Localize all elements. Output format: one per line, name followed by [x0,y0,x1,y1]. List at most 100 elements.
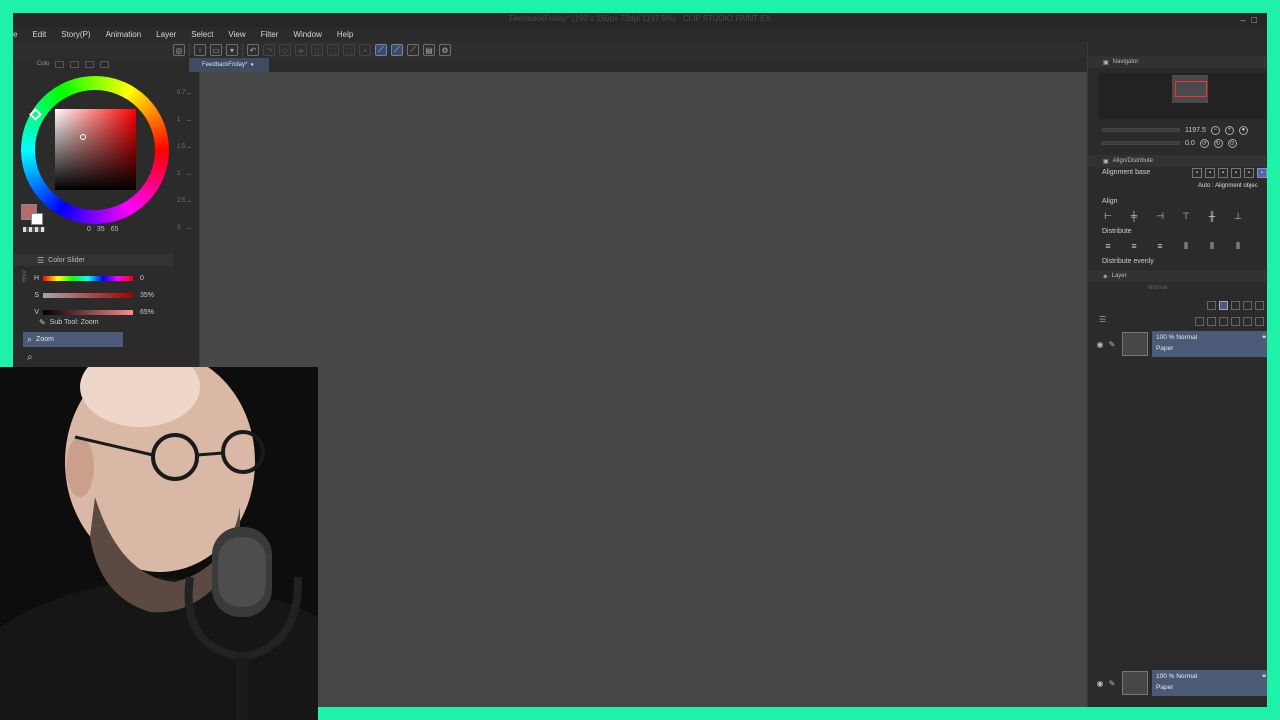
reference-layer-icon[interactable] [1231,300,1240,310]
layer-list-toggle-icon[interactable]: ☰ [1099,315,1106,324]
open-folder-icon[interactable]: ▭ [210,44,222,56]
navigator-canvas-thumbnail[interactable] [1172,75,1208,103]
sub-tool-item-zoom[interactable]: ⌕ Zoom [23,332,123,347]
new-raster-layer-icon[interactable] [1195,316,1204,326]
deselect-icon[interactable]: ⬚ [327,44,339,56]
companion-icon[interactable]: ▤ [423,44,435,56]
save-icon[interactable]: ▾ [226,44,238,56]
edit-pen-icon[interactable]: ✎ [1106,340,1118,349]
align-top-icon[interactable]: ⊤ [1180,210,1192,222]
align-center-icon[interactable]: ╪ [1128,210,1140,222]
document-tab[interactable]: FeedbackFriday* ● [189,58,269,72]
align-middle-icon[interactable]: ╫ [1206,210,1218,222]
maximize-icon[interactable]: □ [1252,15,1263,25]
distribute-top-icon[interactable]: ⫴ [1180,240,1192,252]
slider-value[interactable]: 35% [140,292,154,299]
color-history-tab-icon[interactable] [100,60,110,68]
distribute-left-icon[interactable]: ≡ [1102,240,1114,252]
distribute-center-icon[interactable]: ≡ [1128,240,1140,252]
snap-to-ruler-icon[interactable]: ⟋ [375,44,387,56]
zoom-slider[interactable] [1102,128,1180,132]
layer-row[interactable]: ◉ ✎ 100 % Normal Paper 🔒︎ [1088,669,1267,697]
saturation-slider[interactable] [43,293,133,298]
search-icon[interactable]: ⌕ [27,352,33,363]
menu-item-layer[interactable]: Layer [148,30,183,39]
rotate-right-icon[interactable]: ↻ [1213,138,1223,148]
settings-icon[interactable]: ⚙ [439,44,451,56]
menu-item-help[interactable]: Help [329,30,360,39]
undo-icon[interactable]: ↶ [247,44,259,56]
draft-layer-icon[interactable] [1255,300,1264,310]
align-base-object-icon[interactable]: ▪ [1231,168,1241,178]
invert-selection-icon[interactable]: ⬚ [343,44,355,56]
visibility-icon[interactable]: ◉ [1094,340,1106,349]
merge-down-icon[interactable] [1243,316,1252,326]
zoom-out-icon[interactable]: − [1210,125,1220,135]
lock-icon[interactable]: 🔒︎ [1262,672,1266,680]
slider-value[interactable]: 0 [140,275,144,282]
zoom-value[interactable]: 1197.5 [1185,127,1206,134]
rotation-value[interactable]: 0.0 [1185,140,1195,147]
clear-icon[interactable]: ◇ [279,44,291,56]
clip-studio-icon[interactable]: ◎ [173,44,185,56]
align-base-auto-icon[interactable]: ▪ [1257,168,1267,178]
align-bottom-icon[interactable]: ⊥ [1232,210,1244,222]
align-left-icon[interactable]: ⊢ [1102,210,1114,222]
lock-icon[interactable]: 🔒︎ [1262,333,1266,341]
clip-layer-icon[interactable] [1243,300,1252,310]
new-folder-icon[interactable] [1219,316,1228,326]
close-icon[interactable]: ● [250,62,254,68]
edit-pen-icon[interactable]: ✎ [1106,679,1118,688]
minimize-icon[interactable]: – [1241,15,1252,25]
hue-slider[interactable] [43,276,133,281]
zoom-in-icon[interactable]: + [1224,125,1234,135]
value-slider[interactable] [43,310,133,315]
lock-layer-icon[interactable] [1219,300,1228,310]
distribute-right-icon[interactable]: ≡ [1154,240,1166,252]
transfer-down-icon[interactable] [1231,316,1240,326]
layer-row[interactable]: ◉ ✎ 100 % Normal Paper 🔒︎ [1088,330,1267,358]
intermediate-color-tab-icon[interactable] [70,60,80,68]
new-file-icon[interactable]: ▫ [194,44,206,56]
sub-color-swatch[interactable] [31,213,43,225]
transform-icon[interactable]: ◈ [295,44,307,56]
rotate-slider[interactable] [1102,141,1180,145]
actual-size-icon[interactable]: ● [1238,125,1248,135]
rotate-left-icon[interactable]: ↺ [1199,138,1209,148]
distribute-middle-icon[interactable]: ⫴ [1206,240,1218,252]
align-base-layer-icon[interactable]: ▪ [1218,168,1228,178]
sub-tool-search[interactable]: ⌕ [23,350,183,364]
transparent-color-icon[interactable] [23,227,45,232]
menu-item-story[interactable]: Story(P) [53,30,97,39]
snap-to-grid-icon[interactable]: ⟋ [407,44,419,56]
lock-transparent-icon[interactable] [1207,300,1216,310]
slider-value[interactable]: 65% [140,309,154,316]
saturation-value-square[interactable] [55,109,136,190]
align-base-canvas-icon[interactable]: ▪ [1205,168,1215,178]
color-set-tab-icon[interactable] [55,60,65,68]
menu-item-filter[interactable]: Filter [253,30,286,39]
menu-item-select[interactable]: Select [183,30,220,39]
color-picker-cursor[interactable] [80,134,86,140]
crop-icon[interactable]: ▯ [311,44,323,56]
window-controls[interactable]: –□ [1241,15,1263,25]
menu-item-view[interactable]: View [220,30,252,39]
visibility-icon[interactable]: ◉ [1094,679,1106,688]
snap-to-special-ruler-icon[interactable]: ⟋ [391,44,403,56]
distribute-bottom-icon[interactable]: ⫴ [1232,240,1244,252]
new-vector-layer-icon[interactable] [1207,316,1216,326]
color-wheel-tab[interactable]: Colo [37,61,49,67]
reset-rotation-icon[interactable]: ⊙ [1227,138,1237,148]
navigator-preview[interactable] [1098,73,1267,119]
delete-layer-icon[interactable] [1255,316,1264,326]
fill-icon[interactable]: ▪ [359,44,371,56]
menu-item-animation[interactable]: Animation [98,30,149,39]
menu-item-window[interactable]: Window [285,30,328,39]
canvas[interactable] [200,72,1087,707]
align-base-guide-icon[interactable]: ▪ [1244,168,1254,178]
redo-icon[interactable]: ↷ [263,44,275,56]
menu-item-file-partial[interactable]: e [13,30,24,39]
align-base-selection-icon[interactable]: ▪ [1192,168,1202,178]
blend-mode-select[interactable]: Normal [1148,285,1167,291]
menu-item-edit[interactable]: Edit [24,30,53,39]
